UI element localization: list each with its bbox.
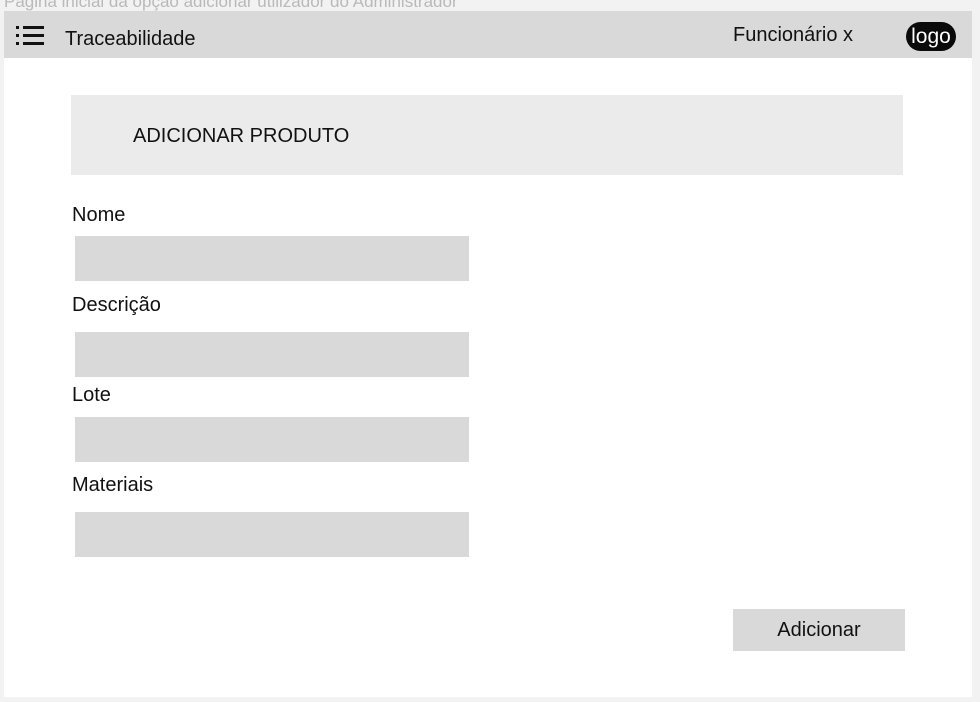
page-title: ADICIONAR PRODUTO [133,125,350,147]
name-label: Nome [72,204,126,226]
logo: logo [906,22,956,51]
app-title: Traceabilidade [65,28,196,50]
section-header: ADICIONAR PRODUTO [71,95,903,175]
app-window: Traceabilidade Funcionário x logo ADICIO… [4,11,972,697]
page-caption: Página inicial da opção adicionar utiliz… [4,0,458,11]
materials-field[interactable] [75,512,469,557]
description-field[interactable] [75,332,469,377]
name-field[interactable] [75,236,469,281]
batch-label: Lote [72,384,111,406]
user-name[interactable]: Funcionário x [733,22,853,48]
materials-label: Materiais [72,474,154,496]
batch-field[interactable] [75,417,469,462]
list-menu-icon[interactable] [14,25,48,47]
add-button[interactable]: Adicionar [733,609,905,651]
description-label: Descrição [72,294,161,316]
top-bar: Traceabilidade Funcionário x logo [4,11,972,58]
